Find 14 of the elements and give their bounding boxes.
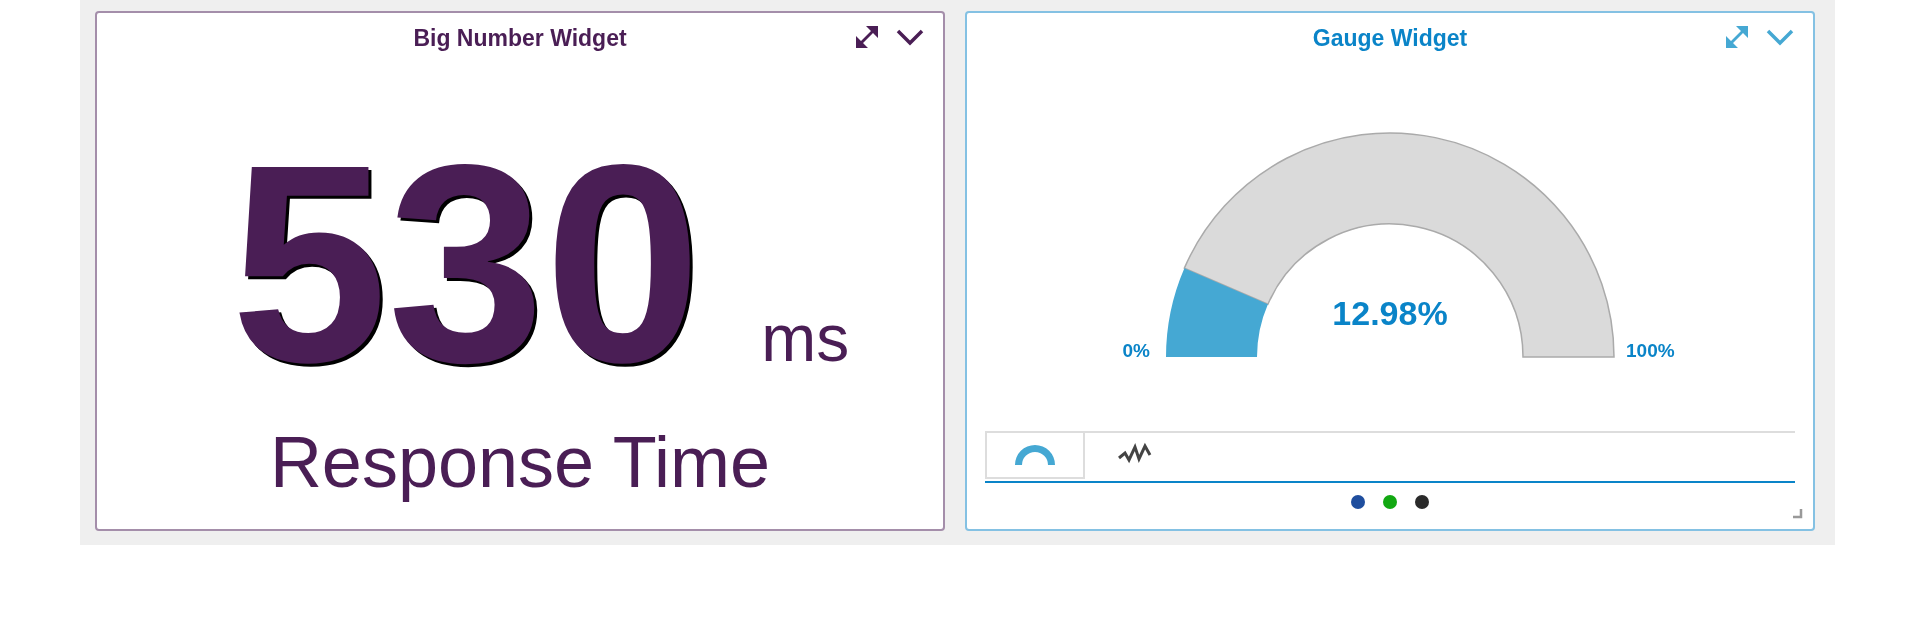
page-dot[interactable] [1415, 495, 1429, 509]
page-dot[interactable] [1383, 495, 1397, 509]
gauge-value: 12.98% [1332, 294, 1448, 332]
gauge-max-label: 100% [1626, 340, 1675, 361]
resize-handle-icon[interactable] [1793, 509, 1803, 519]
gauge-min-label: 0% [1122, 340, 1150, 361]
chevron-down-icon[interactable] [895, 27, 925, 47]
big-number: 530 [230, 143, 702, 386]
expand-icon[interactable] [853, 23, 881, 51]
widget-title: Gauge Widget [1312, 24, 1468, 52]
page-dot[interactable] [1351, 495, 1365, 509]
gauge-icon [1013, 443, 1057, 467]
unit-label: ms [761, 305, 850, 371]
widget-title: Big Number Widget [413, 24, 627, 52]
